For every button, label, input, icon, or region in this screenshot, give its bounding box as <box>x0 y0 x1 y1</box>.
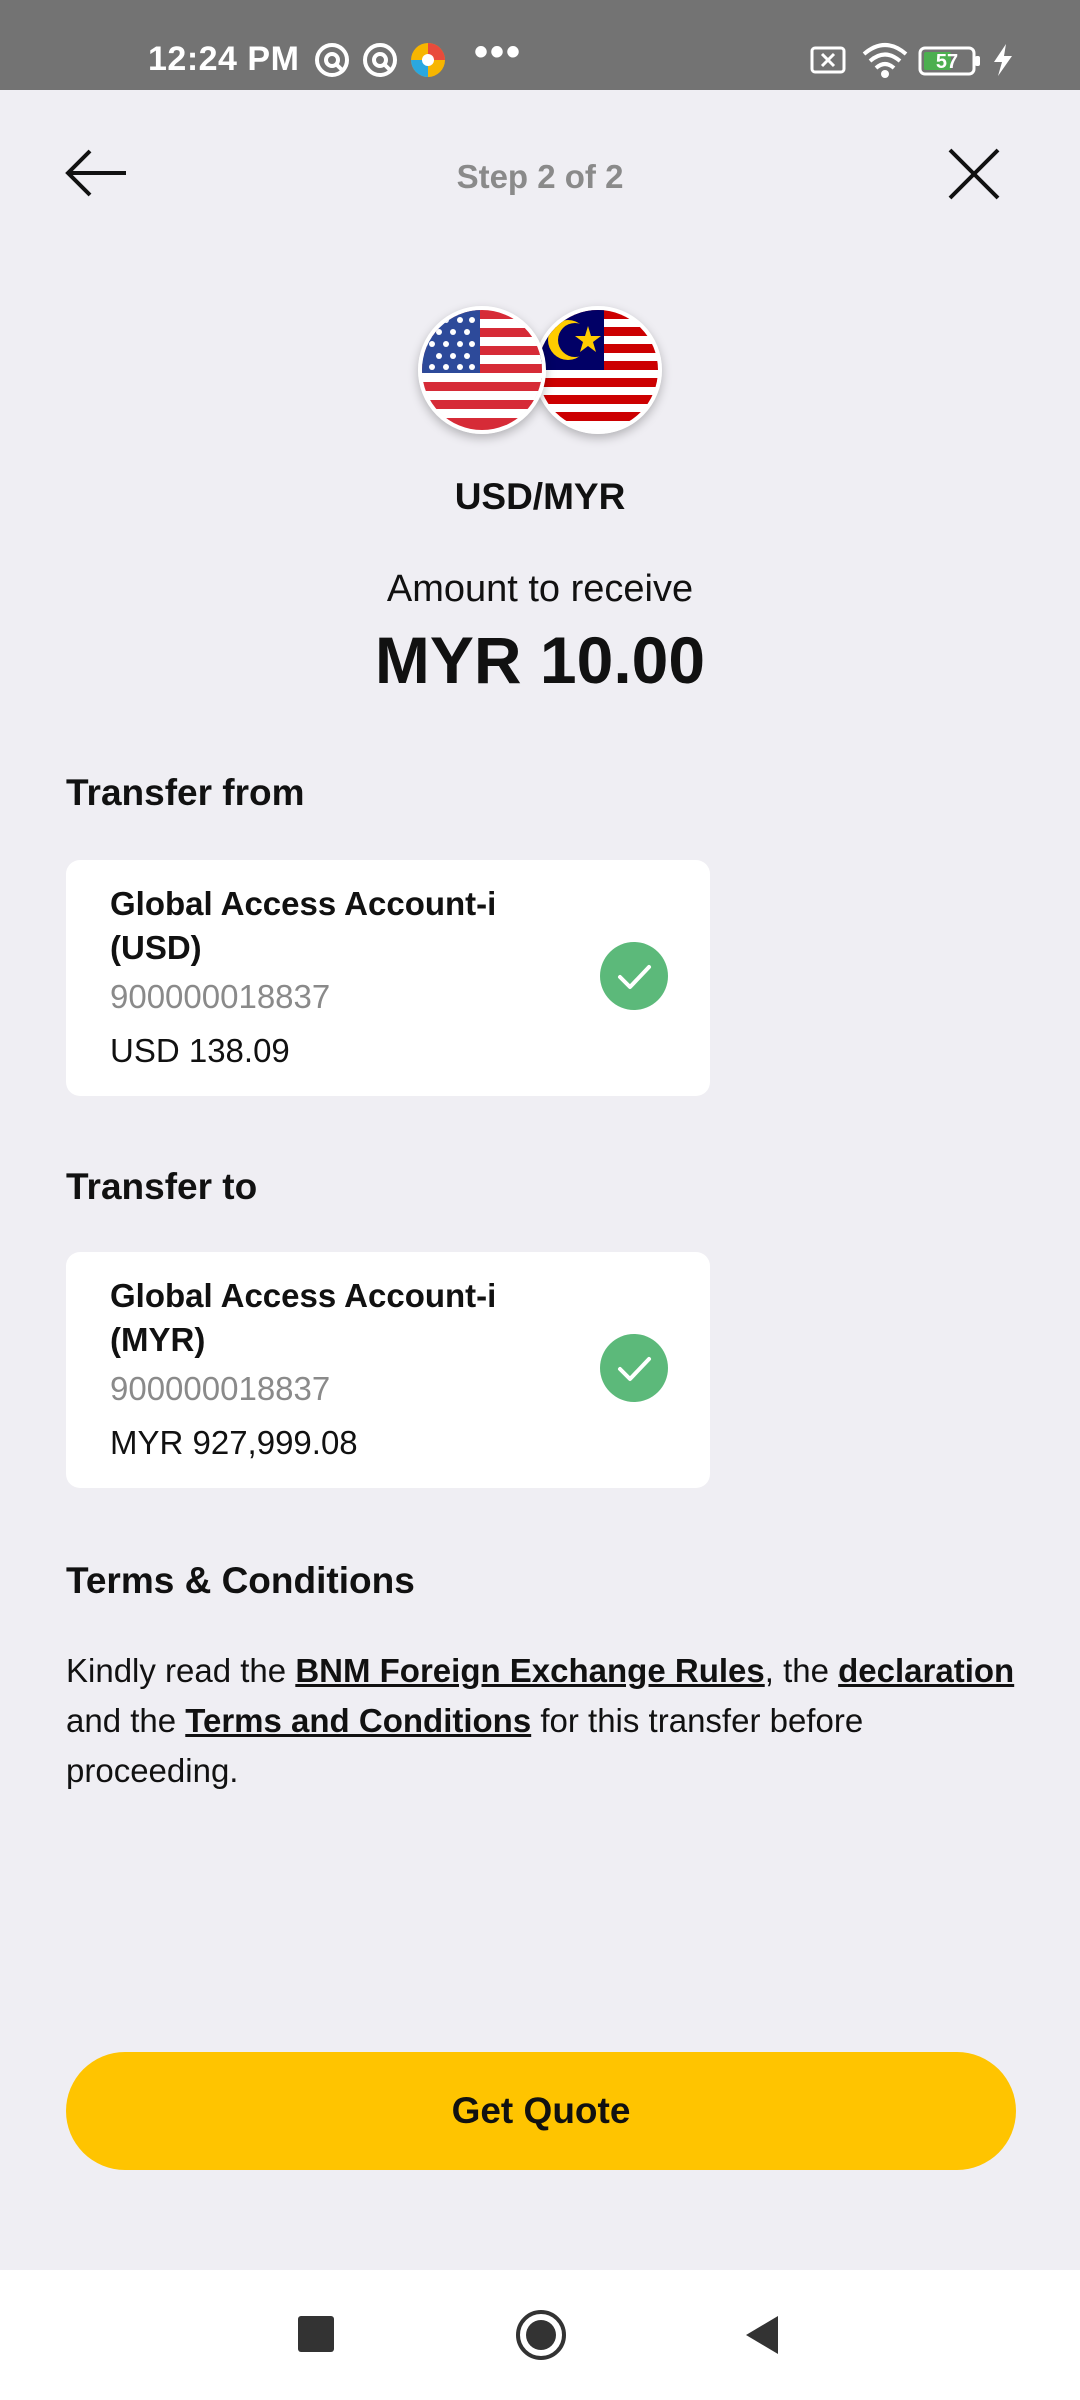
amount-to-receive-label: Amount to receive <box>386 568 694 610</box>
transfer-to-title: Transfer to <box>66 1166 258 1207</box>
us-flag-icon <box>418 306 546 434</box>
terms-text-part: , the <box>764 1652 839 1689</box>
bnm-rules-link[interactable]: BNM Foreign Exchange Rules <box>295 1652 764 1689</box>
account-balance: USD 138.09 <box>110 1032 290 1069</box>
charging-icon <box>994 44 1012 76</box>
account-number: 900000018837 <box>110 1370 331 1407</box>
declaration-link[interactable]: declaration <box>838 1652 1014 1689</box>
account-name: Global Access Account-i (USD) <box>110 885 497 966</box>
battery-icon: 57 <box>918 46 980 76</box>
check-icon <box>600 942 668 1010</box>
recents-icon[interactable] <box>298 2316 334 2352</box>
more-notifications-icon: ••• <box>474 30 523 74</box>
account-name: Global Access Account-i (MYR) <box>110 1277 497 1358</box>
terms-title: Terms & Conditions <box>66 1560 415 1601</box>
no-sim-icon <box>810 46 846 74</box>
step-indicator: Step 2 of 2 <box>456 158 624 195</box>
wifi-icon <box>862 43 908 78</box>
nav-back-icon[interactable] <box>742 2314 782 2356</box>
notification-app-icon <box>315 43 349 77</box>
terms-text-part: Kindly read the <box>66 1652 296 1689</box>
account-balance: MYR 927,999.08 <box>110 1424 358 1461</box>
transfer-from-card[interactable]: Global Access Account-i (USD) 9000000188… <box>66 860 710 1096</box>
browser-app-icon <box>411 43 445 77</box>
amount-to-receive-value: MYR 10.00 <box>374 623 706 697</box>
currency-pair: USD/MYR <box>454 476 626 517</box>
malaysia-flag-icon <box>534 306 662 434</box>
account-number: 900000018837 <box>110 978 331 1015</box>
get-quote-button[interactable]: Get Quote <box>66 2052 1016 2170</box>
terms-description: Kindly read the BNM Foreign Exchange Rul… <box>66 1646 1016 1796</box>
close-icon[interactable] <box>946 146 1002 202</box>
check-icon <box>600 1334 668 1402</box>
currency-flags <box>418 306 662 442</box>
transfer-from-title: Transfer from <box>66 772 305 813</box>
home-icon[interactable] <box>514 2308 568 2362</box>
terms-text-part: and the <box>66 1702 186 1739</box>
transfer-to-card[interactable]: Global Access Account-i (MYR) 9000000188… <box>66 1252 710 1488</box>
notification-app-icon <box>363 43 397 77</box>
battery-level: 57 <box>936 51 958 73</box>
status-bar: 12:24 PM ••• 57 <box>0 0 1080 90</box>
terms-and-conditions-link[interactable]: Terms and Conditions <box>185 1702 531 1739</box>
status-time: 12:24 PM <box>148 40 300 78</box>
